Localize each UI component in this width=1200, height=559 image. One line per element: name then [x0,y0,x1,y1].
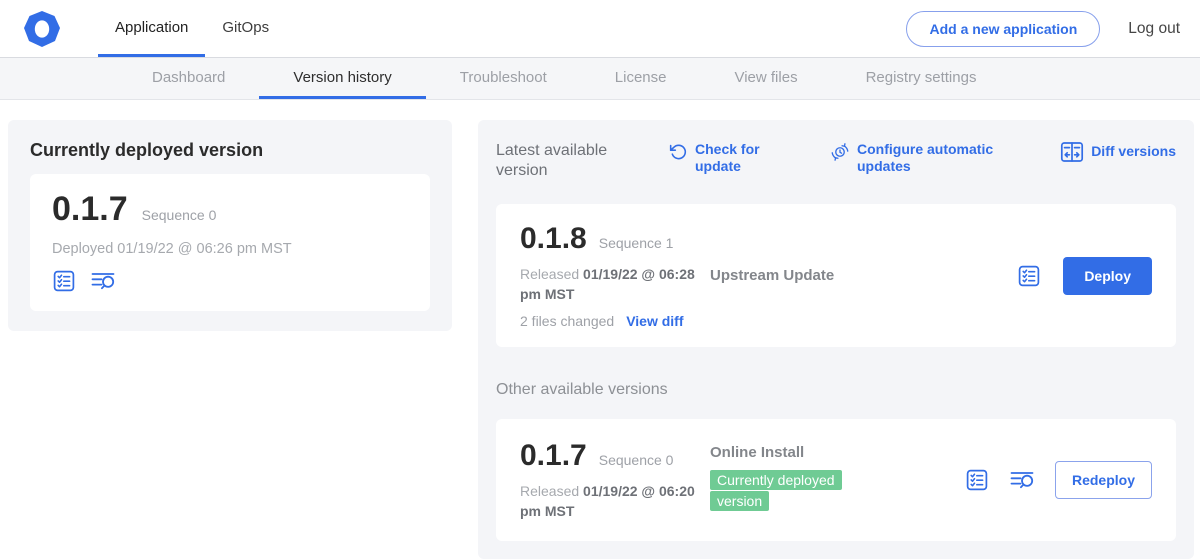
view-logs-icon[interactable] [1009,468,1035,492]
latest-sequence: Sequence 1 [599,235,674,251]
tab-application[interactable]: Application [98,0,205,57]
latest-version-card: 0.1.8 Sequence 1 Released 01/19/22 @ 06:… [496,204,1176,347]
header-right: Add a new application Log out [906,0,1180,57]
latest-version-actions: Deploy [1017,257,1152,295]
currently-deployed-badge: Currently deployed version [710,470,842,511]
other-version-source: Online Install [710,444,915,461]
app-subnav: Dashboard Version history Troubleshoot L… [0,57,1200,100]
add-application-button[interactable]: Add a new application [906,11,1100,47]
other-sequence: Sequence 0 [599,452,674,468]
view-diff-link[interactable]: View diff [626,313,683,329]
other-version-source-block: Online Install Currently deployed versio… [710,444,915,512]
other-available-versions-heading: Other available versions [496,381,1176,399]
other-released-timestamp: Released 01/19/22 @ 06:20 pm MST [520,482,710,521]
subnav-dashboard-label: Dashboard [152,69,225,86]
subnav-dashboard[interactable]: Dashboard [118,58,259,99]
deployed-version-card: 0.1.7 Sequence 0 Deployed 01/19/22 @ 06:… [30,174,430,311]
tab-gitops[interactable]: GitOps [205,0,286,57]
preflight-checklist-icon[interactable] [965,468,989,492]
diff-versions-link[interactable]: Diff versions [1060,141,1176,163]
app-logo-icon [22,9,62,49]
subnav-license-label: License [615,69,667,86]
check-for-update-label: Check for update [695,141,768,175]
subnav-troubleshoot[interactable]: Troubleshoot [426,58,581,99]
other-version-actions: Redeploy [965,461,1152,499]
refresh-icon [668,142,688,162]
deployed-badge-wrap: Currently deployed version [710,470,862,512]
latest-version-number: 0.1.8 [520,222,587,256]
tab-gitops-label: GitOps [222,19,269,36]
top-header: Application GitOps Add a new application… [0,0,1200,57]
files-changed-count: 2 files changed [520,313,614,329]
available-versions-panel: Latest available version Check for updat… [478,120,1194,559]
deployed-panel-title: Currently deployed version [30,140,430,161]
check-for-update-link[interactable]: Check for update [668,141,768,175]
subnav-troubleshoot-label: Troubleshoot [460,69,547,86]
redeploy-button[interactable]: Redeploy [1055,461,1152,499]
deployed-sequence: Sequence 0 [142,207,217,223]
subnav-view-files-label: View files [734,69,797,86]
deployed-timestamp: Deployed 01/19/22 @ 06:26 pm MST [52,241,408,257]
available-panel-header: Latest available version Check for updat… [496,138,1176,182]
preflight-checklist-icon[interactable] [1017,264,1041,288]
main-content: Currently deployed version 0.1.7 Sequenc… [0,100,1200,559]
subnav-version-history-label: Version history [293,69,391,86]
latest-available-title: Latest available version [496,141,628,182]
latest-released-timestamp: Released 01/19/22 @ 06:28 pm MST [520,265,710,304]
released-prefix: Released [520,483,579,499]
configure-automatic-updates-link[interactable]: Configure automatic updates [830,141,1002,175]
other-version-number: 0.1.7 [520,439,587,473]
subnav-license[interactable]: License [581,58,701,99]
released-prefix: Released [520,266,579,282]
deployed-version-number: 0.1.7 [52,190,128,229]
tab-application-label: Application [115,19,188,36]
deploy-button[interactable]: Deploy [1063,257,1152,295]
preflight-checklist-icon[interactable] [52,269,76,293]
subnav-view-files[interactable]: View files [700,58,831,99]
latest-version-source: Upstream Update [710,267,915,284]
view-logs-icon[interactable] [90,269,116,293]
other-version-info: 0.1.7 Sequence 0 Released 01/19/22 @ 06:… [520,439,710,521]
split-diff-icon [1060,141,1084,163]
latest-version-info: 0.1.8 Sequence 1 Released 01/19/22 @ 06:… [520,222,710,329]
subnav-version-history[interactable]: Version history [259,58,425,99]
currently-deployed-panel: Currently deployed version 0.1.7 Sequenc… [8,120,452,331]
configure-automatic-updates-label: Configure automatic updates [857,141,1002,175]
other-version-card: 0.1.7 Sequence 0 Released 01/19/22 @ 06:… [496,419,1176,541]
subnav-registry-settings[interactable]: Registry settings [832,58,1011,99]
diff-versions-label: Diff versions [1091,143,1176,160]
subnav-registry-settings-label: Registry settings [866,69,977,86]
clock-refresh-icon [830,142,850,162]
logout-link[interactable]: Log out [1128,20,1180,38]
